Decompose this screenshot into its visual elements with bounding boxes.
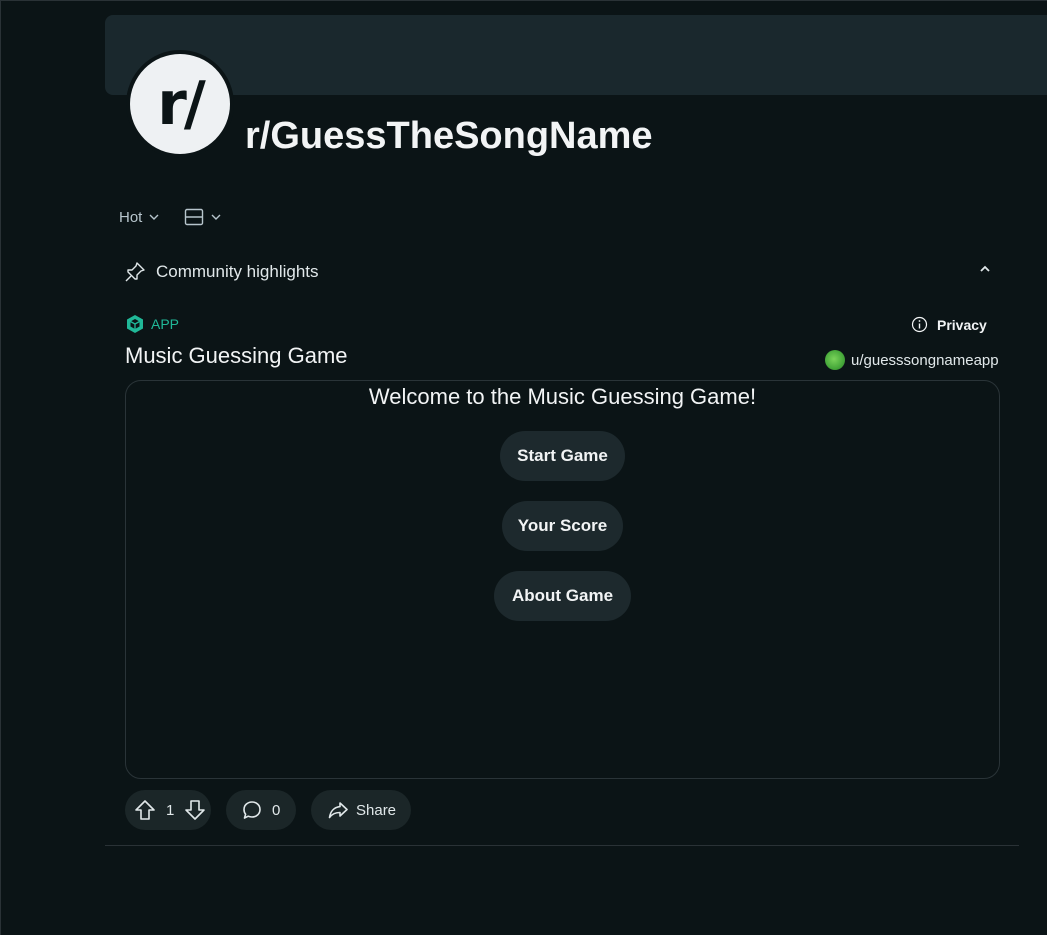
- game-welcome-text: Welcome to the Music Guessing Game!: [368, 384, 757, 409]
- sort-label: Hot: [119, 208, 143, 226]
- subreddit-banner: [105, 15, 1047, 95]
- share-icon: [328, 800, 348, 820]
- privacy-label: Privacy: [937, 316, 987, 333]
- chevron-up-icon[interactable]: [978, 262, 992, 276]
- card-layout-icon: [184, 208, 204, 226]
- view-dropdown[interactable]: [184, 208, 222, 226]
- subreddit-avatar[interactable]: r/: [126, 50, 234, 158]
- post-actions: 1 0 Share: [125, 790, 411, 830]
- post-title[interactable]: Music Guessing Game: [125, 343, 348, 369]
- author-name: u/guesssongnameapp: [851, 351, 999, 369]
- about-game-button[interactable]: About Game: [494, 571, 631, 621]
- your-score-button[interactable]: Your Score: [502, 501, 623, 551]
- comment-count: 0: [272, 801, 281, 819]
- community-highlights-header[interactable]: Community highlights: [124, 258, 992, 286]
- sort-dropdown[interactable]: Hot: [119, 209, 160, 226]
- vote-bar: 1: [125, 790, 211, 830]
- start-game-button[interactable]: Start Game: [500, 431, 625, 481]
- comments-button[interactable]: 0: [226, 790, 296, 830]
- privacy-link[interactable]: Privacy: [911, 316, 987, 333]
- feed-controls: Hot: [119, 208, 222, 226]
- comment-icon: [242, 800, 262, 820]
- vote-count: 1: [166, 801, 175, 819]
- upvote-icon[interactable]: [134, 799, 156, 821]
- chevron-down-icon: [210, 211, 222, 223]
- pin-icon: [124, 261, 146, 283]
- community-highlights-label: Community highlights: [156, 262, 319, 281]
- author-avatar: [825, 350, 845, 370]
- feed-divider: [105, 845, 1019, 846]
- subreddit-avatar-text: r/: [130, 54, 230, 154]
- share-button[interactable]: Share: [311, 790, 411, 830]
- info-icon: [911, 316, 928, 333]
- app-badge: APP: [125, 314, 179, 334]
- post-author[interactable]: u/guesssongnameapp: [825, 350, 999, 370]
- app-label: APP: [151, 316, 180, 332]
- downvote-icon[interactable]: [184, 799, 206, 821]
- share-label: Share: [356, 801, 397, 819]
- chevron-down-icon: [148, 211, 160, 223]
- game-app-frame: Welcome to the Music Guessing Game! Star…: [125, 380, 1000, 779]
- app-cube-icon: [125, 314, 145, 334]
- subreddit-title: r/GuessTheSongName: [245, 115, 653, 157]
